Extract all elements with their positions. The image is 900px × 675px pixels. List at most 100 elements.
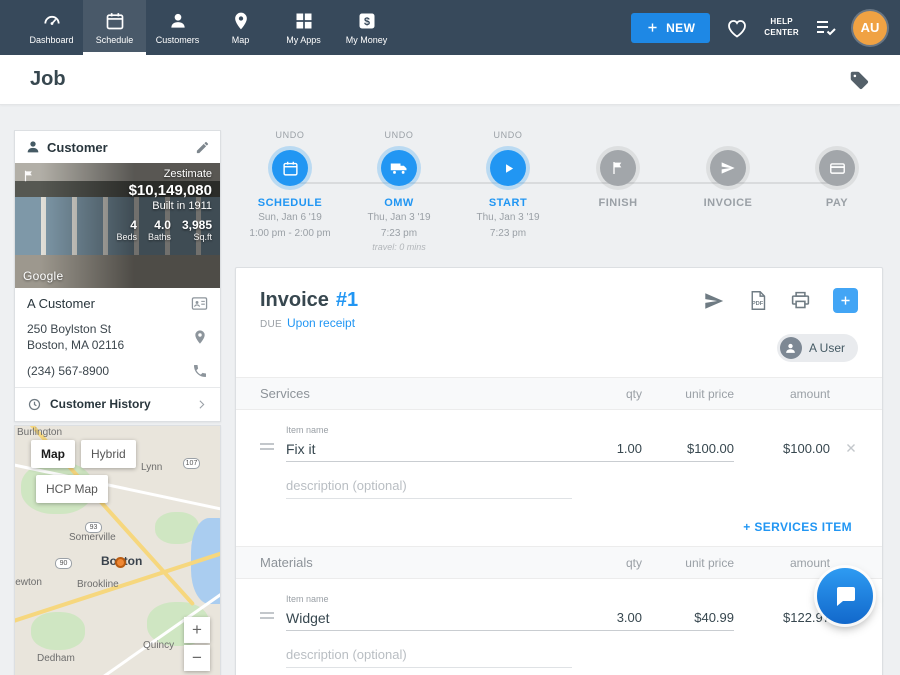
map-label-lynn: Lynn	[141, 462, 162, 473]
undo-start-button[interactable]: UNDO	[446, 130, 570, 143]
zestimate-value: $10,149,080	[116, 182, 212, 199]
material-qty-input[interactable]	[572, 608, 642, 631]
undo-omw-button[interactable]: UNDO	[337, 130, 461, 143]
new-button-label: NEW	[666, 21, 695, 35]
user-avatar[interactable]: AU	[853, 11, 887, 45]
new-button[interactable]: NEW	[631, 13, 710, 43]
map-label-dedham: Dedham	[37, 653, 75, 664]
material-unit-price-input[interactable]	[642, 608, 734, 631]
send-invoice-icon[interactable]	[703, 290, 725, 312]
drag-handle-icon[interactable]	[260, 440, 286, 462]
chevron-right-icon	[195, 398, 208, 411]
drag-handle-icon[interactable]	[260, 609, 286, 631]
contact-card-icon[interactable]	[191, 295, 208, 312]
add-services-item-link[interactable]: + SERVICES ITEM	[743, 520, 852, 534]
job-status-timeline: UNDO SCHEDULE Sun, Jan 6 '19 1:00 pm - 2…	[235, 130, 883, 262]
customer-icon	[25, 139, 41, 155]
assignee-avatar	[780, 337, 802, 359]
calendar-icon	[282, 160, 299, 177]
pay-step-button[interactable]	[819, 150, 855, 186]
customer-phone: (234) 567-8900	[27, 363, 184, 379]
undo-schedule-button[interactable]: UNDO	[228, 130, 352, 143]
schedule-icon	[105, 11, 125, 31]
heart-icon[interactable]	[725, 16, 749, 40]
nav-item-customers[interactable]: Customers	[146, 0, 209, 55]
add-invoice-button[interactable]	[833, 288, 858, 313]
hybrid-view-button[interactable]: Hybrid	[81, 440, 136, 468]
customer-name: A Customer	[27, 296, 183, 311]
schedule-step-button[interactable]	[272, 150, 308, 186]
stat-beds: 4 Beds	[116, 218, 137, 242]
phone-icon[interactable]	[192, 363, 208, 379]
customer-card: Customer Zestimate $10,149,080 Built in …	[14, 130, 221, 422]
due-terms-link[interactable]: Upon receipt	[287, 316, 355, 330]
materials-section-title: Materials	[260, 555, 572, 570]
job-tags-button[interactable]	[848, 69, 870, 91]
qty-column-header: qty	[572, 556, 642, 570]
nav-item-schedule[interactable]: Schedule	[83, 0, 146, 55]
baths-value: 4.0	[154, 218, 171, 232]
highway-shield-90: 90	[55, 558, 72, 569]
remove-service-item-button[interactable]	[830, 441, 858, 462]
nav-item-my-apps[interactable]: My Apps	[272, 0, 335, 55]
print-icon[interactable]	[790, 290, 811, 311]
zoom-out-button[interactable]: −	[184, 645, 210, 671]
services-section-title: Services	[260, 386, 572, 401]
nav-item-my-money[interactable]: My Money	[335, 0, 398, 55]
google-attribution: Google	[23, 269, 64, 283]
plus-icon	[646, 21, 659, 34]
customer-history-button[interactable]: Customer History	[15, 387, 220, 421]
nav-label-my-apps: My Apps	[286, 35, 321, 45]
invoice-actions	[703, 288, 858, 313]
omw-step-button[interactable]	[381, 150, 417, 186]
beds-value: 4	[130, 218, 137, 232]
map-canvas[interactable]: Burlington Lynn Somerville Boston Brookl…	[15, 426, 220, 675]
invoice-step-label: INVOICE	[666, 197, 790, 209]
due-label: DUE	[260, 319, 282, 330]
property-photo[interactable]: Zestimate $10,149,080 Built in 1911 4 Be…	[15, 163, 220, 288]
finish-step-button[interactable]	[600, 150, 636, 186]
property-stats: 4 Beds 4.0 Baths 3,985 Sq.ft	[116, 218, 212, 242]
start-time: 7:23 pm	[446, 227, 570, 241]
dashboard-icon	[42, 11, 62, 31]
omw-step-label: OMW	[337, 197, 461, 209]
truck-icon	[390, 159, 408, 177]
play-icon	[500, 160, 517, 177]
assignee-pill[interactable]: A User	[777, 334, 858, 362]
customer-name-row: A Customer	[15, 288, 220, 319]
invoice-number[interactable]: #1	[336, 289, 358, 312]
service-description-input[interactable]	[286, 475, 572, 499]
start-date: Thu, Jan 3 '19	[446, 211, 570, 225]
highway-shield-93: 93	[85, 522, 102, 533]
history-icon	[27, 397, 42, 412]
invoice-step-button[interactable]	[710, 150, 746, 186]
material-description-input[interactable]	[286, 644, 572, 668]
pdf-icon[interactable]	[747, 290, 768, 311]
map-view-button[interactable]: Map	[31, 440, 75, 468]
chat-launcher-button[interactable]	[817, 568, 873, 624]
nav-item-dashboard[interactable]: Dashboard	[20, 0, 83, 55]
invoice-title: Invoice	[260, 289, 329, 312]
plus-icon	[839, 294, 852, 307]
job-location-marker[interactable]	[115, 557, 126, 568]
nav-label-map: Map	[232, 35, 250, 45]
sqft-value: 3,985	[182, 218, 212, 232]
help-center-button[interactable]: HELP CENTER	[764, 17, 799, 39]
material-item-name-input[interactable]	[286, 608, 572, 631]
zoom-in-button[interactable]: +	[184, 617, 210, 643]
hcp-map-button[interactable]: HCP Map	[36, 475, 108, 503]
nav-item-map[interactable]: Map	[209, 0, 272, 55]
schedule-date: Sun, Jan 6 '19	[228, 211, 352, 225]
location-pin-icon[interactable]	[192, 329, 208, 345]
service-qty-input[interactable]	[572, 439, 642, 462]
service-unit-price-input[interactable]	[642, 439, 734, 462]
nav-right: NEW HELP CENTER AU	[631, 0, 900, 55]
omw-date: Thu, Jan 3 '19	[337, 211, 461, 225]
map-label-brookline: Brookline	[77, 579, 119, 590]
edit-customer-icon[interactable]	[195, 140, 210, 155]
invoice-card: Invoice #1 DUE Upon receipt A User Servi…	[235, 267, 883, 675]
map-card: Burlington Lynn Somerville Boston Brookl…	[14, 425, 221, 675]
start-step-button[interactable]	[490, 150, 526, 186]
activity-tasks-icon[interactable]	[814, 16, 838, 40]
service-item-name-input[interactable]	[286, 439, 572, 462]
